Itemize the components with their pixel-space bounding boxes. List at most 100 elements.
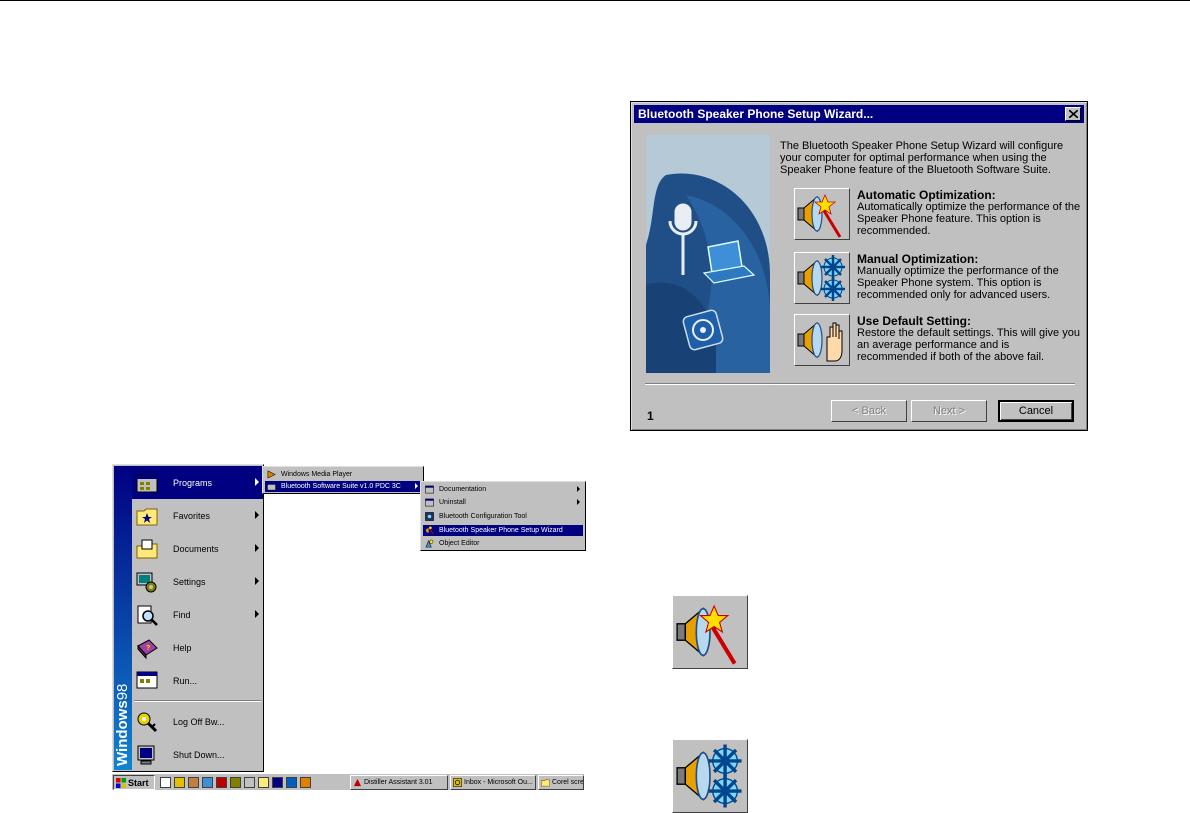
start-menu-item-programs[interactable]: Programs	[132, 466, 263, 499]
run-icon	[136, 671, 158, 688]
start-menu-separator	[134, 700, 261, 702]
svg-text:?: ?	[146, 645, 150, 652]
option-description: Manually optimize the performance of the…	[857, 265, 1059, 301]
cancel-button[interactable]: Cancel	[998, 400, 1074, 422]
close-button[interactable]	[1065, 107, 1081, 121]
back-button[interactable]: < Back	[831, 400, 907, 422]
default-setting-option[interactable]: Use Default Setting: Restore the default…	[794, 314, 1080, 370]
banner-text-bold: Windows	[114, 700, 131, 766]
speaker-gears-icon	[676, 744, 742, 808]
shut-down-monitor-icon	[137, 745, 155, 764]
submenu-item-uninstall[interactable]: Uninstall	[423, 497, 583, 508]
submenu-arrow-icon	[255, 544, 259, 552]
next-button[interactable]: Next >	[911, 400, 987, 422]
submenu-item-label: Documentation	[439, 486, 487, 493]
submenu-item-object-editor[interactable]: Object Editor	[423, 538, 583, 549]
automatic-optimization-option[interactable]: Automatic Optimization: Automatically op…	[794, 188, 1080, 244]
quicklaunch-calc-icon[interactable]	[272, 777, 283, 788]
object-editor-icon	[425, 539, 434, 548]
start-menu-item-label: Find	[173, 609, 191, 620]
quicklaunch-tool-icon[interactable]	[216, 777, 227, 788]
submenu-item-bluetooth-software-suite[interactable]: Bluetooth Software Suite v1.0 PDC 3C	[265, 481, 421, 492]
speaker-magic-wand-icon	[797, 193, 842, 238]
speaker-gears-icon	[797, 255, 845, 301]
quicklaunch-media-icon[interactable]	[300, 777, 311, 788]
start-menu-item-settings[interactable]: Settings	[132, 565, 263, 598]
speaker-hand-icon	[797, 321, 843, 362]
windows-logo-icon	[116, 777, 126, 788]
wizard-title-bar[interactable]: Bluetooth Speaker Phone Setup Wizard...	[634, 105, 1084, 123]
program-group-icon	[425, 498, 434, 507]
start-menu-item-label: Help	[173, 642, 192, 653]
task-label: Distiller Assistant 3.01	[364, 779, 433, 786]
submenu-arrow-icon	[255, 610, 259, 618]
start-menu-item-run[interactable]: Run...	[132, 664, 263, 697]
speaker-wizard-icon	[425, 526, 434, 535]
start-button-label: Start	[128, 777, 149, 788]
submenu-item-label: Windows Media Player	[281, 471, 353, 478]
automatic-optimization-button[interactable]	[794, 188, 850, 240]
automatic-optimization-large-icon	[672, 595, 748, 669]
quicklaunch-clock-icon[interactable]	[174, 777, 185, 788]
documents-folder-icon	[136, 539, 158, 558]
wizard-page-number: 1	[647, 409, 654, 423]
favorites-folder-icon	[136, 508, 158, 525]
option-description: Restore the default settings. This will …	[857, 327, 1080, 363]
submenu-item-windows-media-player[interactable]: Windows Media Player	[265, 469, 421, 480]
manual-optimization-large-icon	[672, 739, 748, 813]
submenu-item-documentation[interactable]: Documentation	[423, 484, 583, 495]
manual-optimization-option[interactable]: Manual Optimization: Manually optimize t…	[794, 252, 1079, 308]
wizard-intro-text: The Bluetooth Speaker Phone Setup Wizard…	[780, 140, 1064, 176]
outlook-icon	[453, 778, 462, 787]
default-setting-button[interactable]	[794, 314, 850, 366]
start-menu-item-label: Settings	[173, 576, 206, 587]
submenu-item-label: Bluetooth Speaker Phone Setup Wizard	[439, 527, 563, 534]
program-group-icon	[425, 485, 434, 494]
submenu-item-bluetooth-speaker-phone-setup-wizard[interactable]: Bluetooth Speaker Phone Setup Wizard	[423, 525, 583, 536]
option-title: Use Default Setting:	[857, 314, 972, 328]
taskbar-button-corel[interactable]: Corel scre	[538, 775, 584, 790]
option-title: Automatic Optimization:	[857, 188, 996, 202]
wizard-separator	[645, 383, 1075, 385]
quicklaunch-wizard-icon[interactable]	[230, 777, 241, 788]
start-menu-item-favorites[interactable]: Favorites	[132, 499, 263, 532]
start-menu-item-label: Shut Down...	[173, 749, 225, 760]
taskbar-button-inbox[interactable]: Inbox - Microsoft Ou...	[450, 775, 536, 790]
start-menu: Windows98 Programs Favorites Documents S…	[112, 464, 264, 772]
close-icon	[1068, 110, 1078, 118]
start-menu-item-label: Log Off Bw...	[173, 716, 225, 727]
wizard-side-illustration	[646, 135, 770, 373]
start-button[interactable]: Start	[113, 775, 155, 790]
submenu-item-label: Uninstall	[439, 499, 466, 506]
submenu-arrow-icon	[255, 577, 259, 585]
start-menu-item-label: Programs	[173, 477, 213, 488]
programs-submenu: Windows Media Player Bluetooth Software …	[262, 466, 424, 494]
wizard-title: Bluetooth Speaker Phone Setup Wizard...	[638, 107, 874, 121]
submenu-item-label: Object Editor	[439, 540, 480, 547]
page-top-rule	[0, 0, 1190, 1]
quicklaunch-desktop-icon[interactable]	[160, 777, 171, 788]
start-menu-item-label: Documents	[173, 543, 219, 554]
start-menu-item-log-off[interactable]: Log Off Bw...	[132, 705, 263, 738]
start-menu-item-find[interactable]: Find	[132, 598, 263, 631]
config-tool-icon	[425, 512, 434, 521]
start-menu-item-label: Favorites	[173, 510, 211, 521]
manual-optimization-button[interactable]	[794, 252, 850, 304]
submenu-arrow-icon	[415, 483, 418, 489]
submenu-arrow-icon	[577, 499, 580, 505]
quicklaunch-browser-icon[interactable]	[202, 777, 213, 788]
quicklaunch-chat-icon[interactable]	[286, 777, 297, 788]
quicklaunch-monitor-icon[interactable]	[244, 777, 255, 788]
start-menu-item-documents[interactable]: Documents	[132, 532, 263, 565]
submenu-item-bluetooth-configuration-tool[interactable]: Bluetooth Configuration Tool	[423, 511, 583, 522]
start-menu-item-label: Run...	[173, 675, 198, 686]
quicklaunch-app-icon[interactable]	[188, 777, 199, 788]
taskbar-button-distiller[interactable]: Distiller Assistant 3.01	[350, 775, 448, 790]
start-menu-item-shut-down[interactable]: Shut Down...	[132, 738, 263, 771]
media-player-icon	[267, 470, 276, 479]
taskbar: Start Distiller Assistant 3.01 Inbox - M…	[112, 773, 584, 790]
start-menu-item-help[interactable]: ? Help	[132, 631, 263, 664]
windows98-banner: Windows98	[114, 466, 132, 770]
quicklaunch-folder-icon[interactable]	[258, 777, 269, 788]
find-icon	[137, 605, 158, 626]
